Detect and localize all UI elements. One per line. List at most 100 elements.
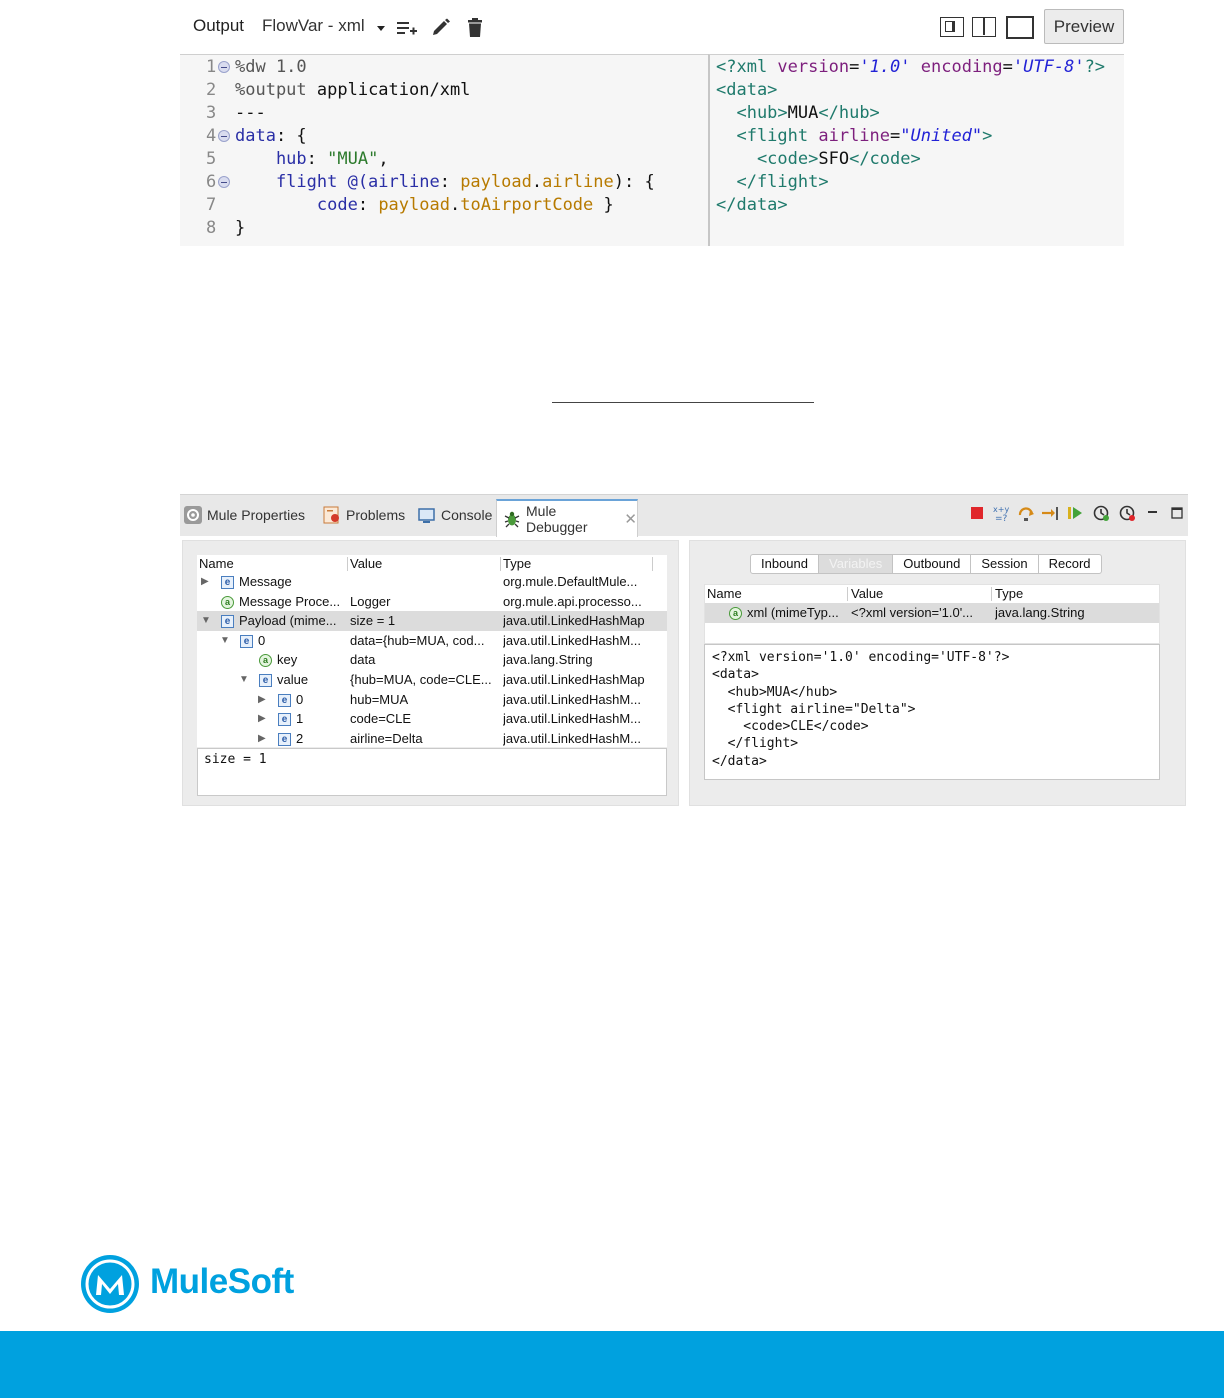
output-target-select[interactable]: FlowVar - xml xyxy=(262,16,365,36)
tree-row[interactable]: ▼ e 0 data={hub=MUA, cod... java.util.Linked… xyxy=(197,631,667,651)
column-divider[interactable] xyxy=(347,557,348,571)
add-list-icon[interactable] xyxy=(396,18,418,38)
variable-type: java.lang.String xyxy=(995,605,1085,620)
evaluate-expression-icon[interactable]: x+y=? xyxy=(992,504,1010,522)
tree-node-type: java.lang.String xyxy=(503,652,593,668)
scope-tab-record[interactable]: Record xyxy=(1039,555,1101,573)
expand-arrow-icon[interactable]: ▶ xyxy=(258,729,266,747)
collapse-arrow-icon[interactable]: ▼ xyxy=(220,631,230,651)
fold-toggle-icon[interactable] xyxy=(218,61,230,73)
message-tree[interactable]: Name Value Type ▶ e Message org.mule.Defaul… xyxy=(197,555,667,747)
tree-row[interactable]: ▶ e Message org.mule.DefaultMule... xyxy=(197,572,667,592)
output-token: = xyxy=(849,57,860,77)
tree-row[interactable]: ▼ e value {hub=MUA, code=CLE... java.util.Li… xyxy=(197,670,667,690)
layout-single-icon[interactable] xyxy=(1006,16,1034,39)
line-number: 8 xyxy=(206,218,217,238)
line-number: 5 xyxy=(206,149,217,169)
footer-bar xyxy=(0,1331,1224,1398)
code-line[interactable]: } xyxy=(235,217,245,240)
resume-icon[interactable] xyxy=(1066,504,1084,522)
element-icon: e xyxy=(278,732,291,746)
tab-console[interactable]: Console xyxy=(418,495,492,535)
variable-name: xml (mimeTyp... xyxy=(747,605,839,620)
expand-arrow-icon[interactable]: ▶ xyxy=(258,709,266,729)
code-token: data xyxy=(235,126,276,146)
code-line[interactable]: data: { xyxy=(235,125,307,148)
table-row[interactable]: a xml (mimeTyp... <?xml version='1.0'...… xyxy=(705,603,1159,623)
column-header-value[interactable]: Value xyxy=(350,555,382,573)
step-over-icon[interactable] xyxy=(1017,504,1035,522)
collapse-arrow-icon[interactable]: ▼ xyxy=(239,670,249,690)
collapse-arrow-icon[interactable]: ▼ xyxy=(201,611,211,631)
scope-tab-variables[interactable]: Variables xyxy=(819,555,894,573)
code-token: : { xyxy=(275,126,307,146)
attribute-icon: a xyxy=(221,595,234,609)
tab-problems[interactable]: Problems xyxy=(323,495,405,535)
code-line[interactable]: %dw 1.0 xyxy=(235,56,307,79)
scope-tab-outbound[interactable]: Outbound xyxy=(893,555,972,573)
dataweave-script-editor[interactable]: 1 %dw 1.0 2 %output application/xml 3 --- 4 dat… xyxy=(180,54,708,246)
tree-row[interactable]: a key data java.lang.String xyxy=(197,650,667,670)
clock-stop-icon[interactable] xyxy=(1118,504,1136,522)
dataweave-output-preview[interactable]: <?xml version='1.0' encoding='UTF-8'?> <d… xyxy=(708,54,1124,246)
tab-mule-debugger[interactable]: Mule Debugger ✕ xyxy=(496,499,638,537)
column-header-type[interactable]: Type xyxy=(995,585,1023,603)
close-tab-icon[interactable]: ✕ xyxy=(624,510,637,528)
xml-line: <?xml version='1.0' encoding='UTF-8'?> xyxy=(712,650,1010,665)
code-line[interactable]: code: payload.toAirportCode } xyxy=(235,194,614,217)
maximize-icon[interactable] xyxy=(1168,504,1186,522)
tab-mule-properties[interactable]: Mule Properties xyxy=(184,495,305,535)
column-header-name[interactable]: Name xyxy=(199,555,234,573)
output-token: <code> xyxy=(716,149,819,169)
variables-table[interactable]: Name Value Type a xml (mimeTyp... <?xml … xyxy=(704,584,1160,644)
minimize-icon[interactable] xyxy=(1144,504,1162,522)
layout-columns-icon[interactable] xyxy=(972,17,996,37)
tree-row[interactable]: ▶ e 2 airline=Delta java.util.LinkedHashM... xyxy=(197,729,667,747)
tree-node-name: key xyxy=(277,652,298,668)
element-icon: e xyxy=(259,674,272,687)
tree-node-value: airline=Delta xyxy=(350,730,423,746)
stop-icon[interactable] xyxy=(968,504,986,522)
code-line[interactable]: hub: "MUA", xyxy=(235,148,389,171)
run-to-processor-icon[interactable] xyxy=(1092,504,1110,522)
variable-value-viewer[interactable]: <?xml version='1.0' encoding='UTF-8'?> <d… xyxy=(704,644,1160,780)
code-line[interactable]: --- xyxy=(235,102,266,125)
layout-split-icon[interactable] xyxy=(940,17,964,37)
column-header-type[interactable]: Type xyxy=(503,555,531,573)
tree-row[interactable]: ▼ e Payload (mime... size = 1 java.util.Link… xyxy=(197,611,667,631)
trash-icon[interactable] xyxy=(464,18,486,38)
step-into-icon[interactable] xyxy=(1041,504,1059,522)
fold-toggle-icon[interactable] xyxy=(218,176,230,188)
value-detail-box[interactable]: size = 1 xyxy=(197,748,667,796)
column-divider[interactable] xyxy=(500,557,501,571)
scope-tab-session[interactable]: Session xyxy=(971,555,1039,573)
tree-node-type: java.util.LinkedHashMap xyxy=(503,672,645,687)
code-token: : xyxy=(306,149,328,169)
tree-row[interactable]: a Message Proce... Logger org.mule.api.proc… xyxy=(197,592,667,612)
code-line[interactable]: %output application/xml xyxy=(235,79,470,102)
column-header-name[interactable]: Name xyxy=(707,585,742,603)
tree-node-type: java.util.LinkedHashMap xyxy=(503,613,645,629)
output-token xyxy=(911,57,921,77)
dropdown-arrow-icon[interactable] xyxy=(375,22,387,34)
preview-button[interactable]: Preview xyxy=(1044,9,1124,44)
code-line[interactable]: flight @(airline: payload.airline): { xyxy=(235,171,655,194)
element-icon: e xyxy=(278,693,291,707)
column-divider[interactable] xyxy=(847,587,848,601)
pencil-icon[interactable] xyxy=(430,18,452,38)
tree-node-type: java.util.LinkedHashM... xyxy=(503,691,642,707)
scope-tab-inbound[interactable]: Inbound xyxy=(751,555,819,573)
column-divider[interactable] xyxy=(652,557,653,571)
tree-row[interactable]: ▶ e 0 hub=MUA java.util.LinkedHashM... xyxy=(197,690,667,710)
expand-arrow-icon[interactable]: ▶ xyxy=(258,690,266,710)
expand-arrow-icon[interactable]: ▶ xyxy=(201,572,209,592)
tree-row[interactable]: ▶ e 1 code=CLE java.util.LinkedHashM... xyxy=(197,709,667,729)
code-token: : xyxy=(357,195,379,215)
column-header-value[interactable]: Value xyxy=(851,585,883,603)
svg-text:=?: =? xyxy=(995,514,1008,522)
column-divider[interactable] xyxy=(991,587,992,601)
output-token: > xyxy=(982,126,993,146)
output-token: version xyxy=(777,57,850,77)
code-token: payload xyxy=(378,195,450,215)
fold-toggle-icon[interactable] xyxy=(218,130,230,142)
